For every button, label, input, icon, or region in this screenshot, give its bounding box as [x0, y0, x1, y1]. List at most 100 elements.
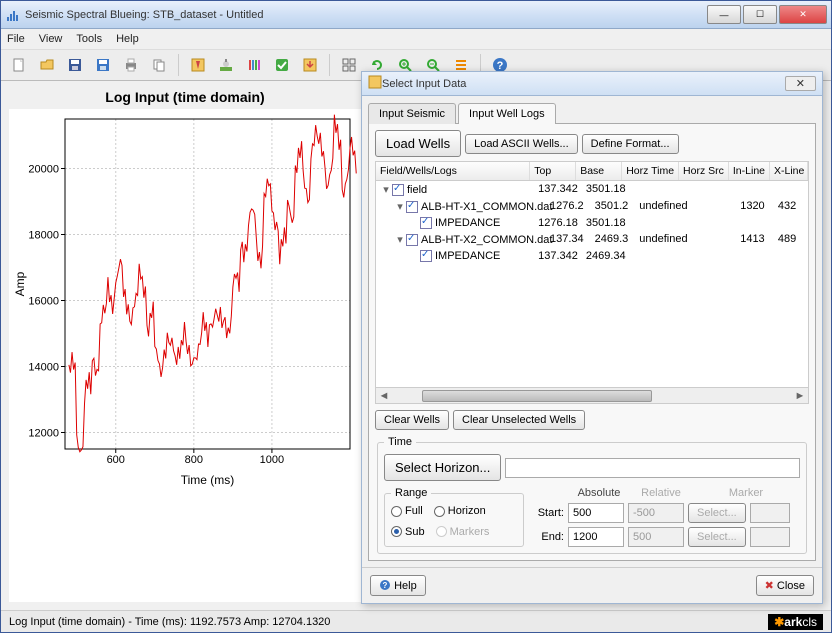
tab-content-wells: Load Wells Load ASCII Wells... Define Fo…: [368, 123, 816, 561]
checkbox-icon[interactable]: [420, 217, 432, 229]
spectrum-icon[interactable]: [242, 53, 266, 77]
wells-table: Field/Wells/Logs Top Base Horz Time Horz…: [375, 161, 809, 404]
menubar: File View Tools Help: [1, 29, 831, 49]
th-horz-src[interactable]: Horz Src: [679, 162, 729, 180]
col-marker: Marker: [692, 487, 800, 499]
horizon-field[interactable]: [505, 458, 800, 478]
select-horizon-button[interactable]: Select Horizon...: [384, 454, 501, 481]
seismic-icon[interactable]: [214, 53, 238, 77]
col-absolute: Absolute: [568, 487, 630, 499]
tab-input-seismic[interactable]: Input Seismic: [368, 103, 456, 124]
svg-text:14000: 14000: [28, 362, 59, 374]
table-row[interactable]: ▾field137.3423501.18: [376, 181, 808, 198]
col-relative: Relative: [630, 487, 692, 499]
clear-wells-button[interactable]: Clear Wells: [375, 410, 449, 430]
main-window: Seismic Spectral Blueing: STB_dataset - …: [0, 0, 832, 633]
radio-full[interactable]: Full: [391, 505, 423, 517]
th-base[interactable]: Base: [576, 162, 622, 180]
svg-text:20000: 20000: [28, 164, 59, 176]
menu-help[interactable]: Help: [116, 33, 139, 45]
th-top[interactable]: Top: [530, 162, 576, 180]
time-group: Time Select Horizon... Range Full Horizo…: [377, 436, 807, 554]
new-icon[interactable]: [7, 53, 31, 77]
dialog-title: Select Input Data: [382, 78, 466, 90]
table-row[interactable]: IMPEDANCE1276.183501.18: [376, 215, 808, 231]
svg-text:16000: 16000: [28, 296, 59, 308]
checkbox-icon[interactable]: [406, 234, 418, 246]
svg-text:Time (ms): Time (ms): [181, 473, 235, 487]
dialog-close-icon[interactable]: ✕: [785, 76, 816, 91]
th-fwl[interactable]: Field/Wells/Logs: [376, 162, 530, 180]
menu-tools[interactable]: Tools: [76, 33, 102, 45]
checkbox-icon[interactable]: [406, 201, 418, 213]
maximize-button[interactable]: ☐: [743, 5, 777, 24]
clear-unselected-wells-button[interactable]: Clear Unselected Wells: [453, 410, 585, 430]
svg-text:800: 800: [185, 454, 203, 466]
range-legend: Range: [391, 487, 431, 499]
print-icon[interactable]: [119, 53, 143, 77]
th-inline[interactable]: In-Line: [729, 162, 770, 180]
menu-file[interactable]: File: [7, 33, 25, 45]
svg-text:Amp: Amp: [13, 271, 27, 296]
table-row[interactable]: ▾ALB-HT-X1_COMMON.dat1276.23501.2undefin…: [376, 198, 808, 215]
chart-area[interactable]: 60080010001200014000160001800020000Time …: [9, 109, 361, 602]
dialog-icon: [368, 75, 382, 92]
svg-text:?: ?: [383, 581, 388, 590]
wells-icon[interactable]: [186, 53, 210, 77]
brand-logo: ✱arkcls: [768, 614, 823, 630]
tab-input-well-logs[interactable]: Input Well Logs: [458, 103, 556, 124]
status-text: Log Input (time domain) - Time (ms): 119…: [9, 616, 330, 628]
define-format-button[interactable]: Define Format...: [582, 134, 679, 154]
load-ascii-wells-button[interactable]: Load ASCII Wells...: [465, 134, 578, 154]
svg-text:12000: 12000: [28, 428, 59, 440]
help-button[interactable]: ? Help: [370, 575, 426, 596]
load-wells-button[interactable]: Load Wells: [375, 130, 461, 157]
titlebar: Seismic Spectral Blueing: STB_dataset - …: [1, 1, 831, 29]
export-icon[interactable]: [298, 53, 322, 77]
app-icon: [5, 7, 21, 23]
checkbox-icon[interactable]: [420, 250, 432, 262]
end-marker-field: [750, 527, 790, 547]
end-absolute-field[interactable]: [568, 527, 624, 547]
start-marker-select-button: Select...: [688, 503, 746, 523]
table-hscroll[interactable]: ◄►: [376, 387, 808, 403]
select-input-dialog: Select Input Data ✕ Input Seismic Input …: [361, 71, 823, 604]
table-row[interactable]: ▾ALB-HT-X2_COMMON.dat137.342469.3undefin…: [376, 231, 808, 248]
th-horz-time[interactable]: Horz Time: [622, 162, 679, 180]
start-label: Start:: [530, 507, 564, 519]
start-relative-field: [628, 503, 684, 523]
save-icon[interactable]: [63, 53, 87, 77]
grid-icon[interactable]: [337, 53, 361, 77]
window-title: Seismic Spectral Blueing: STB_dataset - …: [25, 9, 707, 21]
statusbar: Log Input (time domain) - Time (ms): 119…: [1, 610, 831, 632]
dialog-footer: ? Help ✖ Close: [362, 567, 822, 603]
saveas-icon[interactable]: [91, 53, 115, 77]
radio-horizon[interactable]: Horizon: [434, 505, 486, 517]
check-icon[interactable]: [270, 53, 294, 77]
close-button[interactable]: ✕: [779, 5, 827, 24]
close-dialog-button[interactable]: ✖ Close: [756, 575, 814, 596]
time-legend: Time: [384, 436, 416, 448]
dialog-tabs: Input Seismic Input Well Logs: [368, 102, 816, 123]
radio-sub[interactable]: Sub: [391, 526, 425, 538]
svg-text:18000: 18000: [28, 230, 59, 242]
table-header: Field/Wells/Logs Top Base Horz Time Horz…: [376, 162, 808, 181]
chart-title: Log Input (time domain): [9, 89, 361, 105]
th-xline[interactable]: X-Line: [770, 162, 808, 180]
start-marker-field: [750, 503, 790, 523]
end-label: End:: [530, 531, 564, 543]
start-absolute-field[interactable]: [568, 503, 624, 523]
open-icon[interactable]: [35, 53, 59, 77]
table-row[interactable]: IMPEDANCE137.3422469.34: [376, 248, 808, 264]
radio-markers: Markers: [436, 526, 490, 538]
range-group: Range Full Horizon Sub Markers: [384, 487, 524, 547]
checkbox-icon[interactable]: [392, 184, 404, 196]
dialog-titlebar: Select Input Data ✕: [362, 72, 822, 96]
copy-icon[interactable]: [147, 53, 171, 77]
menu-view[interactable]: View: [39, 33, 63, 45]
minimize-button[interactable]: —: [707, 5, 741, 24]
svg-text:600: 600: [107, 454, 125, 466]
end-relative-field: [628, 527, 684, 547]
end-marker-select-button: Select...: [688, 527, 746, 547]
table-body: ▾field137.3423501.18▾ALB-HT-X1_COMMON.da…: [376, 181, 808, 387]
